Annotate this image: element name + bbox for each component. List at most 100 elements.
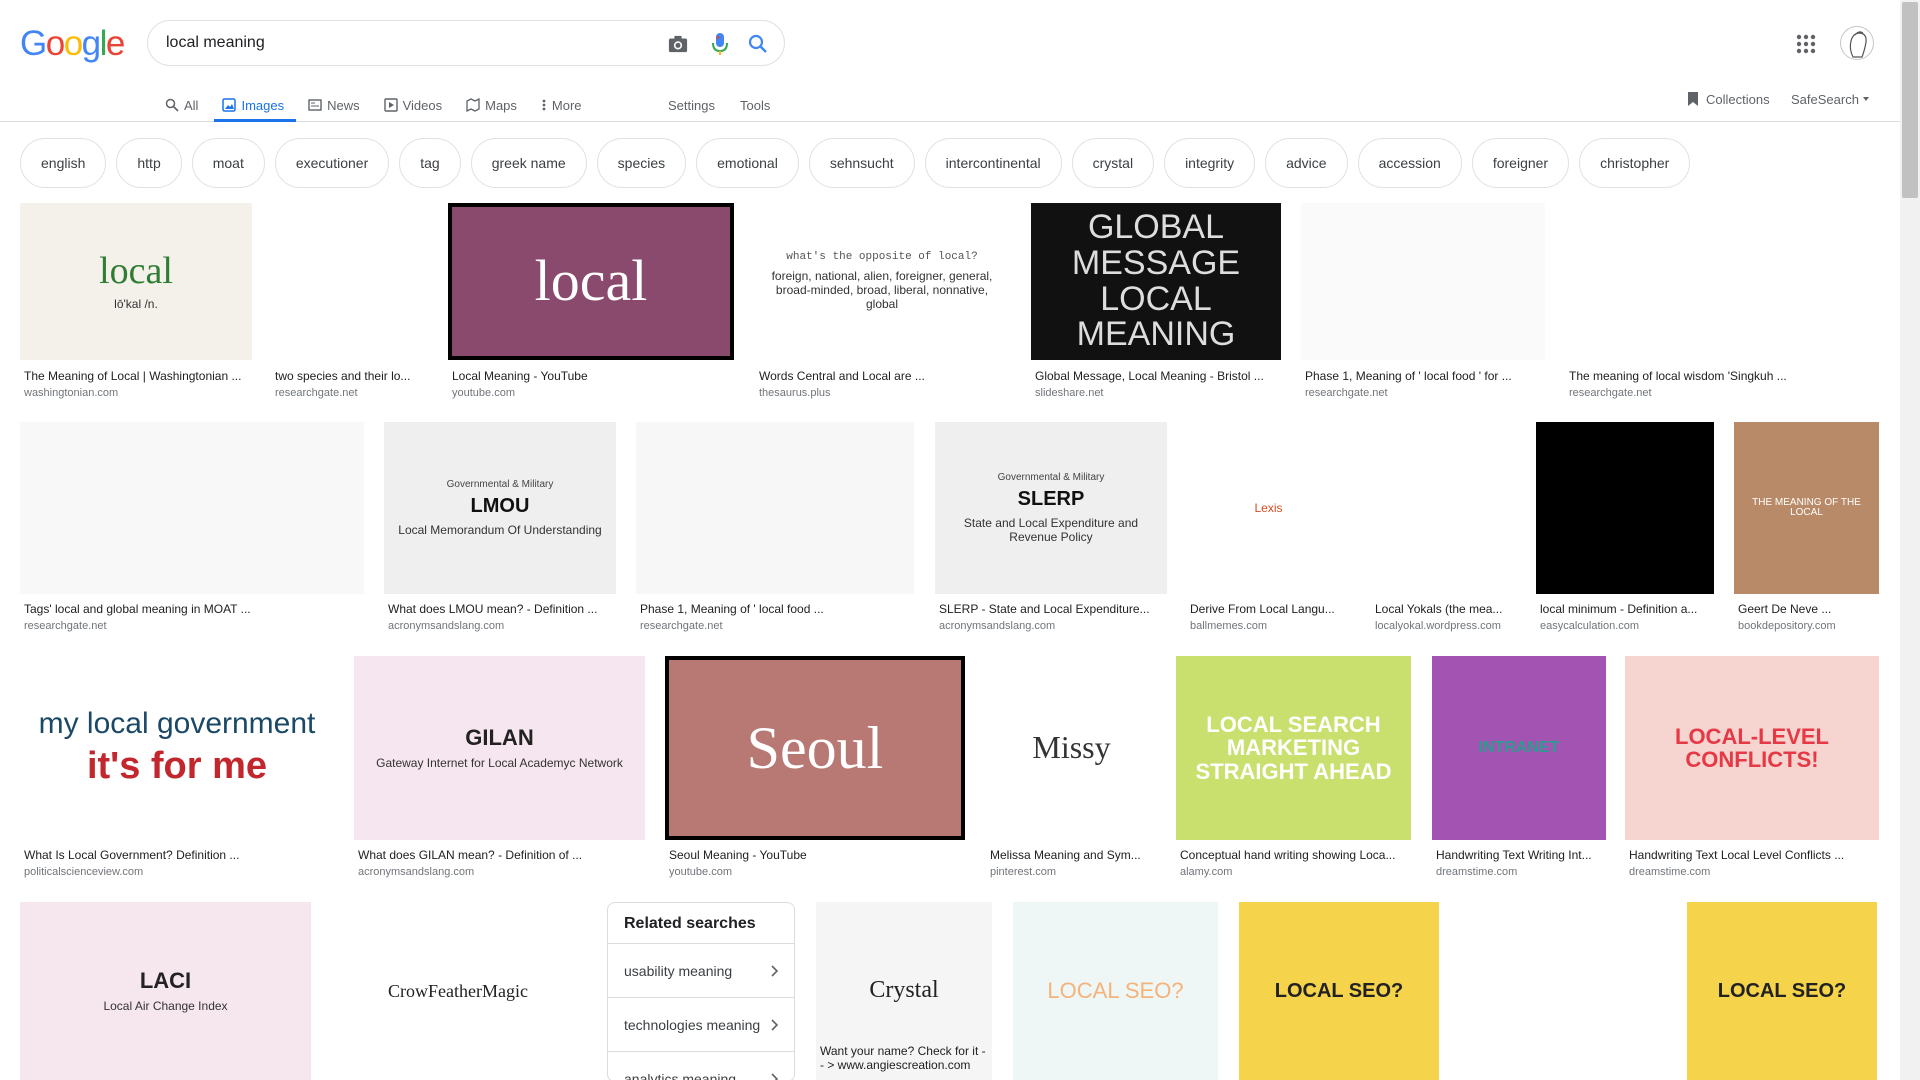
image-result[interactable]: Tags' local and global meaning in MOAT .… bbox=[20, 422, 364, 632]
image-result[interactable]: GILAN Gateway Internet for Local Academyc… bbox=[354, 656, 645, 878]
result-source[interactable]: localyokal.wordpress.com bbox=[1375, 620, 1512, 632]
image-result[interactable]: The meaning of local wisdom 'Singkuh ...… bbox=[1565, 203, 1878, 399]
image-result[interactable]: Governmental & Military LMOU Local Memoran… bbox=[384, 422, 616, 632]
image-result[interactable]: Governmental & Military SLERP State and Lo… bbox=[935, 422, 1167, 632]
result-source[interactable]: youtube.com bbox=[669, 866, 961, 878]
image-result[interactable]: two species and their lo... researchgate.… bbox=[271, 203, 431, 399]
image-result[interactable]: what's the opposite of local? foreign, na… bbox=[755, 203, 1009, 399]
image-result[interactable]: local lō'kal /n. The Meaning of Local | Wa… bbox=[20, 203, 252, 399]
result-thumbnail[interactable]: my local government it's for me bbox=[20, 656, 334, 840]
result-title[interactable]: Phase 1, Meaning of ' local food ' for .… bbox=[1305, 369, 1541, 383]
search-input[interactable] bbox=[166, 21, 646, 65]
image-result[interactable]: LOCAL SEO? bbox=[1687, 902, 1877, 1080]
result-source[interactable]: pinterest.com bbox=[990, 866, 1153, 878]
result-title[interactable]: Geert De Neve ... bbox=[1738, 602, 1875, 616]
result-thumbnail[interactable]: LOCAL SEO? bbox=[1013, 902, 1218, 1080]
related-search-item[interactable]: usability meaning bbox=[608, 943, 794, 997]
suggestion-chip[interactable]: greek name bbox=[470, 138, 587, 188]
result-title[interactable]: What does GILAN mean? - Definition of ..… bbox=[358, 848, 641, 862]
result-title[interactable]: two species and their lo... bbox=[275, 369, 427, 383]
safesearch-dropdown[interactable]: SafeSearch bbox=[1791, 89, 1871, 109]
result-source[interactable]: bookdepository.com bbox=[1738, 620, 1875, 632]
result-title[interactable]: Local Meaning - YouTube bbox=[452, 369, 730, 383]
tab-all[interactable]: All bbox=[165, 88, 198, 122]
result-source[interactable]: dreamstime.com bbox=[1629, 866, 1875, 878]
suggestion-chip[interactable]: http bbox=[116, 138, 182, 188]
result-thumbnail[interactable] bbox=[1371, 422, 1516, 594]
result-thumbnail[interactable]: CrowFeatherMagic bbox=[331, 902, 585, 1080]
result-title[interactable]: Conceptual hand writing showing Loca... bbox=[1180, 848, 1407, 862]
result-title[interactable]: What Is Local Government? Definition ... bbox=[24, 848, 330, 862]
result-source[interactable]: thesaurus.plus bbox=[759, 387, 1005, 399]
result-source[interactable]: researchgate.net bbox=[1569, 387, 1874, 399]
result-thumbnail[interactable] bbox=[636, 422, 914, 594]
image-result[interactable]: GLOBAL MESSAGE LOCAL MEANING Global Messa… bbox=[1031, 203, 1281, 399]
suggestion-chip[interactable]: sehnsucht bbox=[808, 138, 915, 188]
result-title[interactable]: Seoul Meaning - YouTube bbox=[669, 848, 961, 862]
result-title[interactable]: SLERP - State and Local Expenditure... bbox=[939, 602, 1163, 616]
suggestion-chip[interactable]: foreigner bbox=[1471, 138, 1570, 188]
result-thumbnail[interactable]: GILAN Gateway Internet for Local Academyc… bbox=[354, 656, 645, 840]
tools-link[interactable]: Tools bbox=[740, 88, 770, 122]
tab-images[interactable]: Images bbox=[214, 88, 296, 122]
result-thumbnail[interactable] bbox=[271, 203, 431, 360]
image-result[interactable]: INTRANET Handwriting Text Writing Int... d… bbox=[1432, 656, 1606, 878]
result-source[interactable]: acronymsandslang.com bbox=[939, 620, 1163, 632]
result-source[interactable]: alamy.com bbox=[1180, 866, 1407, 878]
image-result[interactable]: my local government it's for me What Is Lo… bbox=[20, 656, 334, 878]
result-source[interactable]: washingtonian.com bbox=[24, 387, 248, 399]
result-title[interactable]: Want your name? Check for it -- > www.an… bbox=[820, 1044, 988, 1072]
tab-videos[interactable]: Videos bbox=[383, 88, 442, 122]
result-title[interactable]: What does LMOU mean? - Definition ... bbox=[388, 602, 612, 616]
image-result[interactable]: Seoul Seoul Meaning - YouTube youtube.com bbox=[665, 656, 965, 878]
image-result[interactable]: THE MEANING OF THE LOCAL Geert De Neve ..… bbox=[1734, 422, 1879, 632]
image-result[interactable]: local Local Meaning - YouTube youtube.com bbox=[448, 203, 734, 399]
result-thumbnail[interactable]: LOCAL SEARCH MARKETING STRAIGHT AHEAD bbox=[1176, 656, 1411, 840]
result-title[interactable]: Local Yokals (the mea... bbox=[1375, 602, 1512, 616]
suggestion-chip[interactable]: integrity bbox=[1164, 138, 1256, 188]
suggestion-chip[interactable]: executioner bbox=[274, 138, 390, 188]
result-source[interactable]: ballmemes.com bbox=[1190, 620, 1347, 632]
result-title[interactable]: Phase 1, Meaning of ' local food ... bbox=[640, 602, 910, 616]
camera-icon[interactable] bbox=[666, 32, 690, 56]
suggestion-chip[interactable]: advice bbox=[1265, 138, 1348, 188]
result-title[interactable]: Words Central and Local are ... bbox=[759, 369, 1005, 383]
search-box[interactable] bbox=[147, 20, 785, 66]
result-title[interactable]: The meaning of local wisdom 'Singkuh ... bbox=[1569, 369, 1874, 383]
result-thumbnail[interactable]: Governmental & Military SLERP State and Lo… bbox=[935, 422, 1167, 594]
avatar[interactable] bbox=[1840, 26, 1874, 60]
google-logo[interactable]: Google bbox=[20, 24, 125, 64]
image-result[interactable]: LOCAL-LEVEL CONFLICTS! Handwriting Text L… bbox=[1625, 656, 1879, 878]
result-source[interactable]: researchgate.net bbox=[275, 387, 427, 399]
image-result[interactable]: Phase 1, Meaning of ' local food ... rese… bbox=[636, 422, 914, 632]
tab-news[interactable]: News bbox=[308, 88, 360, 122]
result-thumbnail[interactable] bbox=[20, 422, 364, 594]
image-result[interactable]: Phase 1, Meaning of ' local food ' for .… bbox=[1301, 203, 1545, 399]
result-thumbnail[interactable]: LOCAL SEO? bbox=[1239, 902, 1439, 1080]
microphone-icon[interactable] bbox=[708, 32, 732, 56]
result-source[interactable]: researchgate.net bbox=[1305, 387, 1541, 399]
result-thumbnail[interactable]: GLOBAL MESSAGE LOCAL MEANING bbox=[1031, 203, 1281, 360]
result-source[interactable]: researchgate.net bbox=[640, 620, 910, 632]
image-result[interactable]: Local Yokals (the mea... localyokal.wordp… bbox=[1371, 422, 1516, 632]
suggestion-chip[interactable]: accession bbox=[1357, 138, 1462, 188]
related-search-item[interactable]: analytics meaning bbox=[608, 1051, 794, 1080]
image-result[interactable]: CrowFeatherMagic bbox=[331, 902, 585, 1080]
image-result[interactable]: local minimum - Definition a... easycalcu… bbox=[1536, 422, 1714, 632]
result-thumbnail[interactable]: Seoul bbox=[665, 656, 965, 840]
result-thumbnail[interactable]: local lō'kal /n. bbox=[20, 203, 252, 360]
result-source[interactable]: acronymsandslang.com bbox=[358, 866, 641, 878]
suggestion-chip[interactable]: christopher bbox=[1579, 138, 1691, 188]
suggestion-chip[interactable]: intercontinental bbox=[924, 138, 1062, 188]
result-title[interactable]: The Meaning of Local | Washingtonian ... bbox=[24, 369, 248, 383]
result-title[interactable]: Melissa Meaning and Sym... bbox=[990, 848, 1153, 862]
result-source[interactable]: acronymsandslang.com bbox=[388, 620, 612, 632]
result-thumbnail[interactable]: Missy bbox=[986, 656, 1157, 840]
image-result[interactable]: LOCAL SEARCH MARKETING STRAIGHT AHEAD Con… bbox=[1176, 656, 1411, 878]
collections-link[interactable]: Collections bbox=[1686, 89, 1770, 109]
tab-maps[interactable]: Maps bbox=[466, 88, 517, 122]
suggestion-chip[interactable]: english bbox=[20, 138, 107, 188]
result-source[interactable]: researchgate.net bbox=[24, 620, 360, 632]
image-result[interactable] bbox=[1458, 902, 1644, 1080]
result-thumbnail[interactable] bbox=[1458, 902, 1644, 1080]
